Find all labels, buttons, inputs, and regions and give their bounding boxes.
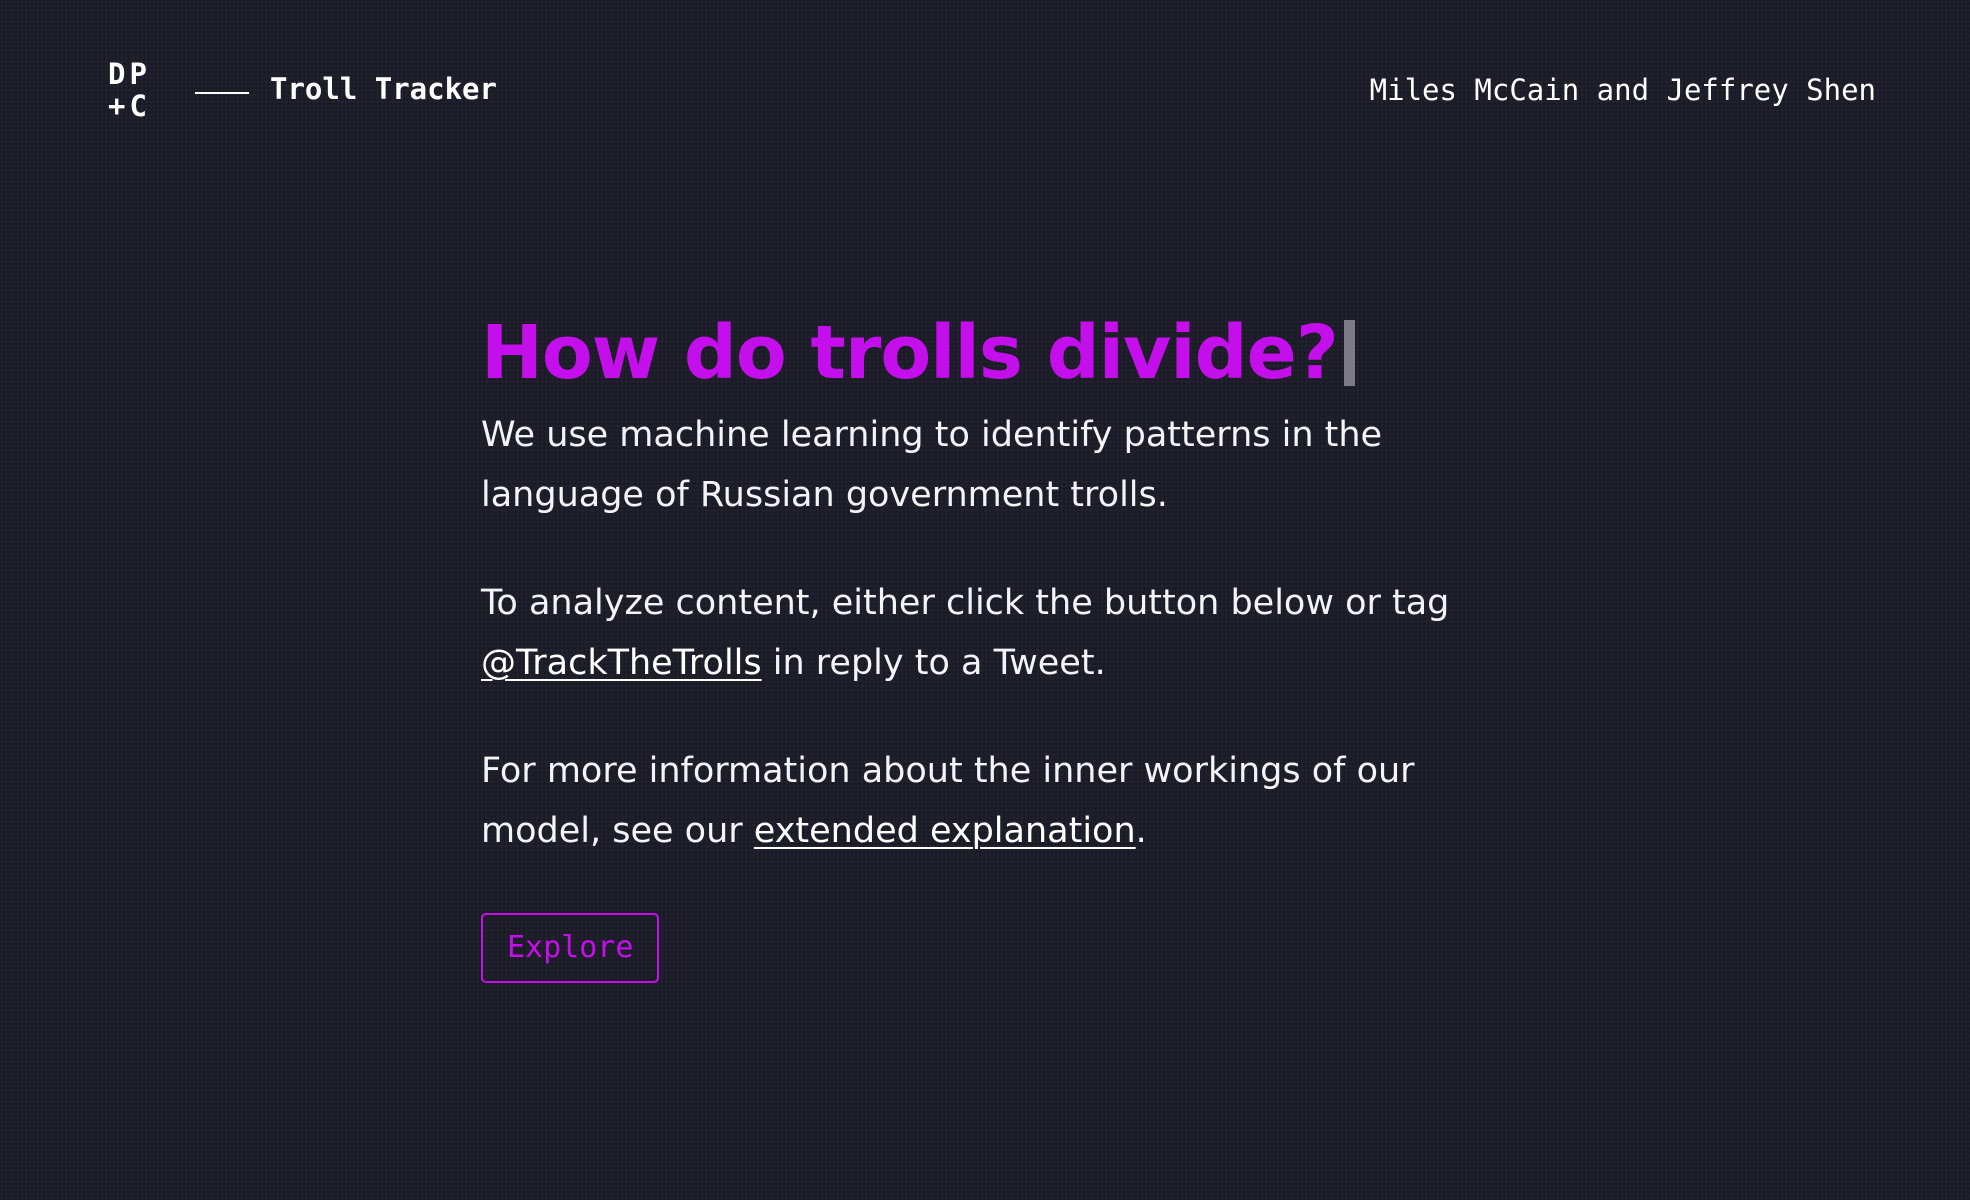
more-info-paragraph: For more information about the inner wor… [481,741,1491,861]
extended-explanation-link[interactable]: extended explanation [754,811,1136,851]
track-the-trolls-link[interactable]: @TrackTheTrolls [481,643,762,683]
more-info-text-after: . [1135,811,1147,851]
explore-button[interactable]: Explore [481,913,660,983]
analyze-text-after: in reply to a Tweet. [761,643,1106,683]
intro-paragraph: We use machine learning to identify patt… [481,415,1383,515]
logo-line-1: DP [108,57,151,91]
main-content: How do trolls divide? We use machine lea… [481,305,1491,983]
text-cursor [1343,320,1355,386]
dpc-logo[interactable]: DP +C [108,58,170,122]
site-title[interactable]: Troll Tracker [270,72,497,106]
analyze-text-before: To analyze content, either click the but… [481,583,1450,623]
authors-credit: Miles McCain and Jeffrey Shen [1369,73,1876,107]
header-divider [195,92,249,94]
page-headline: How do trolls divide? [481,305,1491,401]
logo-line-2: +C [108,89,151,123]
site-header: DP +C Troll Tracker Miles McCain and Jef… [108,58,1876,128]
analyze-paragraph: To analyze content, either click the but… [481,573,1491,693]
headline-text: How do trolls divide? [481,310,1339,396]
